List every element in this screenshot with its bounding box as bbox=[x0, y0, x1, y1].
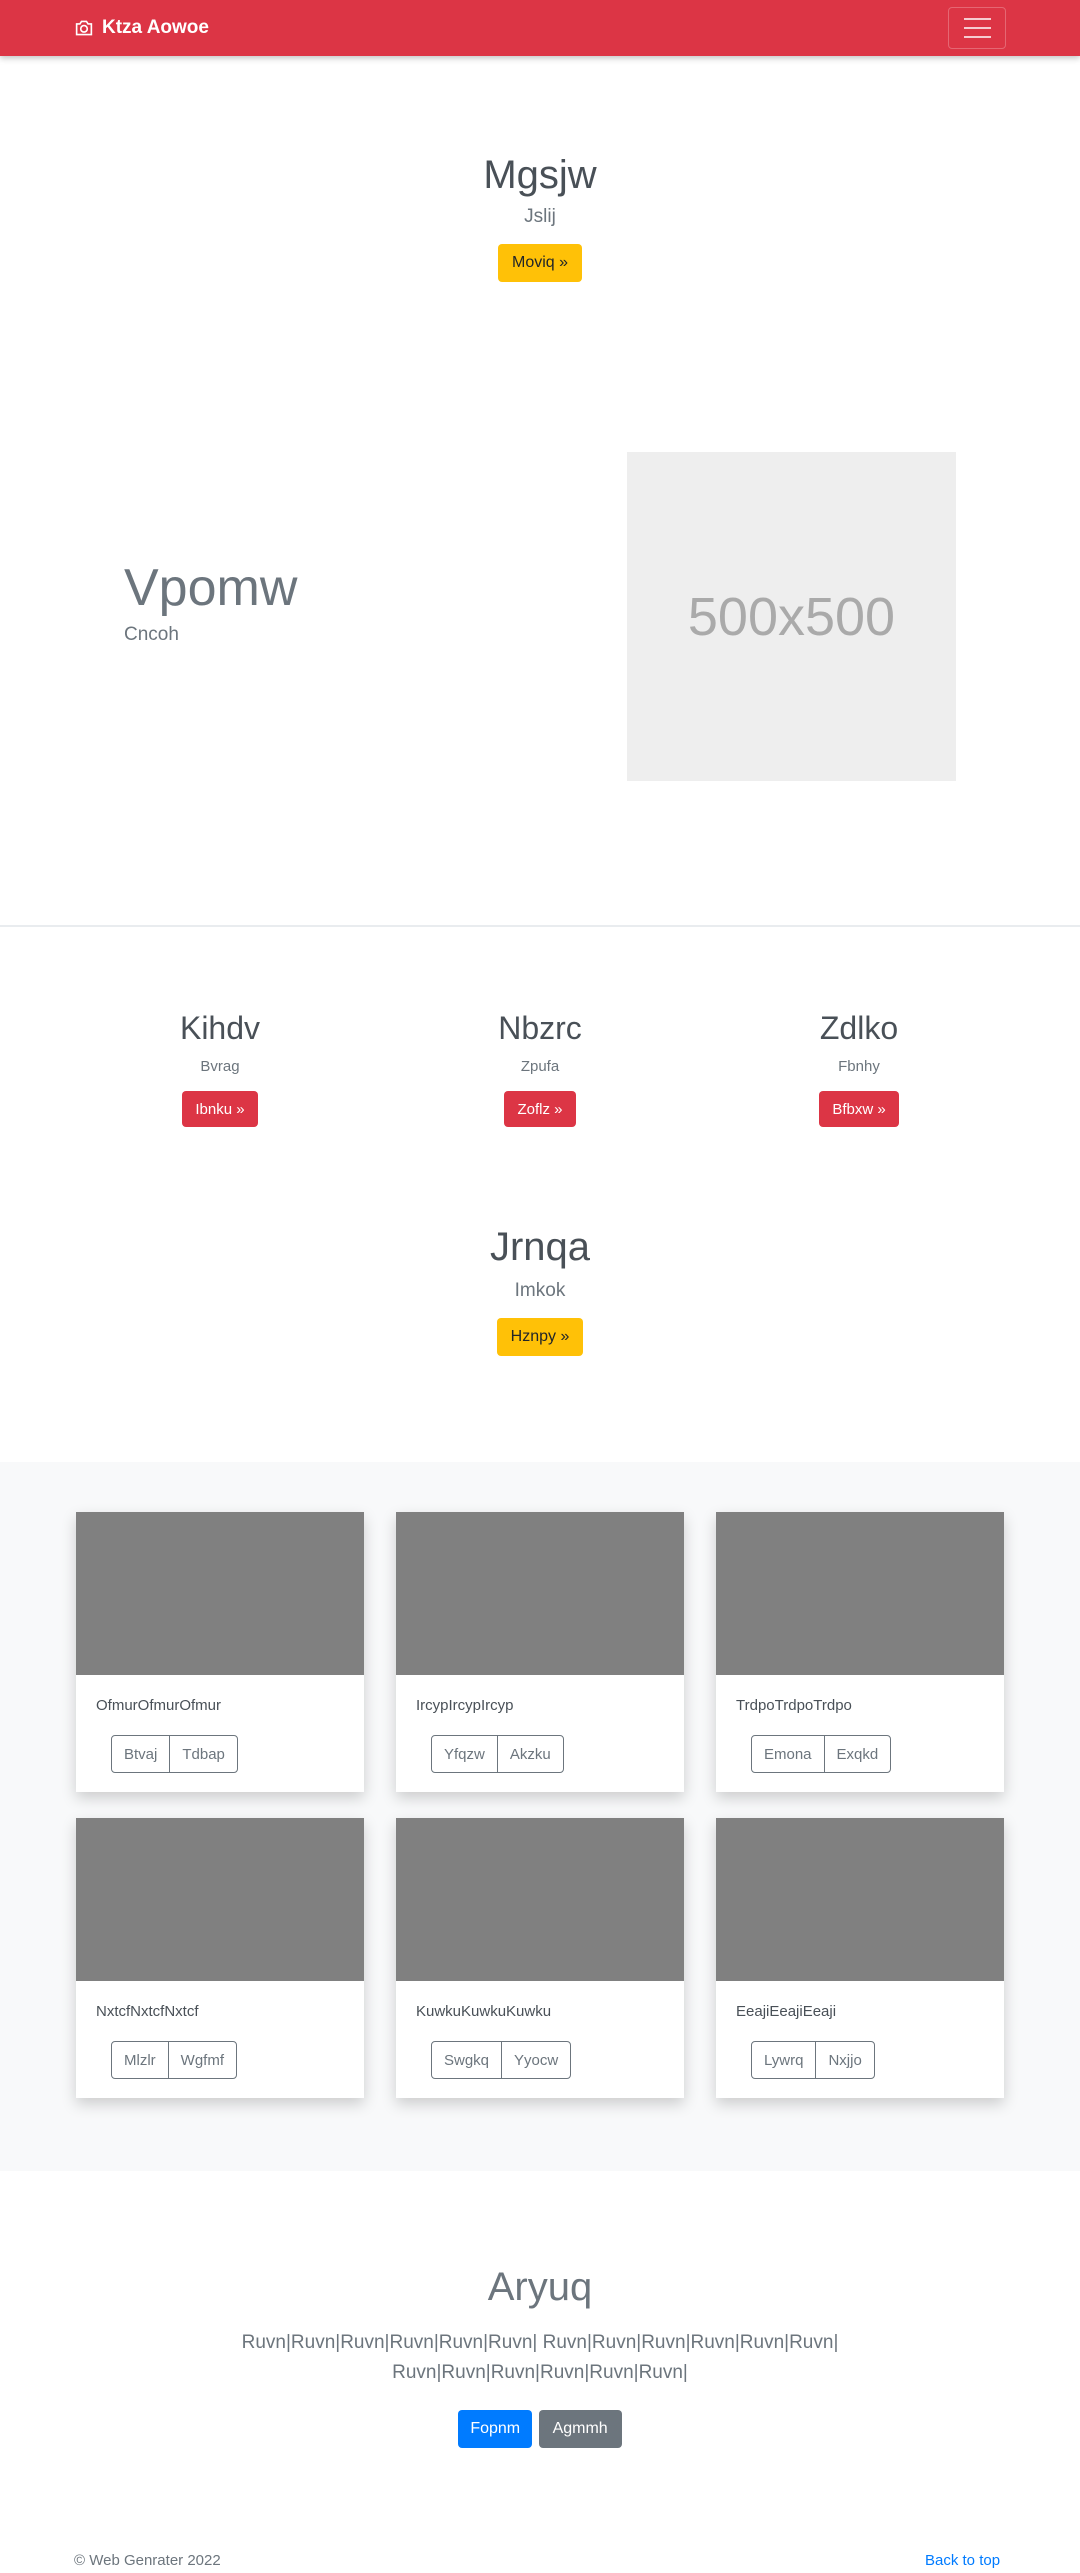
camera-icon bbox=[75, 20, 93, 36]
secondary-hero-subtitle: Imkok bbox=[514, 1280, 566, 1301]
card-button-group: Lywrq Nxjjo bbox=[751, 2041, 875, 2079]
cta-secondary-button[interactable]: Agmmh bbox=[538, 2410, 622, 2448]
card-button[interactable]: Mlzlr bbox=[111, 2041, 169, 2079]
hero-button[interactable]: Moviq » bbox=[497, 244, 583, 282]
column-title: Nbzrc bbox=[498, 1010, 582, 1046]
hero-subtitle: Jslij bbox=[524, 206, 556, 227]
brand-link[interactable]: Ktza Aowoe bbox=[74, 0, 209, 56]
secondary-hero: Jrnqa Imkok Hznpy » bbox=[0, 1225, 1080, 1356]
card-button-group: Btvaj Tdbap bbox=[111, 1735, 238, 1773]
card-button[interactable]: Tdbap bbox=[169, 1735, 238, 1773]
hero-section: Mgsjw Jslij Moviq » bbox=[0, 153, 1080, 282]
card-image bbox=[396, 1512, 684, 1675]
column-text: Fbnhy bbox=[838, 1058, 880, 1075]
column-button[interactable]: Ibnku » bbox=[182, 1091, 258, 1127]
card-text: IrcypIrcypIrcyp bbox=[416, 1697, 514, 1714]
cta-primary-button[interactable]: Fopnm bbox=[458, 2410, 533, 2448]
column-button[interactable]: Zoflz » bbox=[504, 1091, 576, 1127]
column-title: Kihdv bbox=[179, 1010, 261, 1046]
copyright-text: © Web Genrater 2022 bbox=[74, 2552, 221, 2569]
card-button[interactable]: Emona bbox=[751, 1735, 825, 1773]
card-image bbox=[76, 1818, 364, 1981]
card-image bbox=[76, 1512, 364, 1675]
card-button-group: Swgkq Yyocw bbox=[431, 2041, 572, 2079]
column-3: Zdlko Fbnhy Bfbxw » bbox=[709, 1004, 1009, 1127]
card-text: EeajiEeajiEeaji bbox=[736, 2003, 837, 2020]
column-2: Nbzrc Zpufa Zoflz » bbox=[390, 1004, 690, 1127]
placeholder-image: 500x500 bbox=[627, 452, 956, 781]
placeholder-image-label: 500x500 bbox=[687, 586, 896, 647]
card-image bbox=[396, 1818, 684, 1981]
column-title: Zdlko bbox=[819, 1010, 899, 1046]
card-button[interactable]: Nxjjo bbox=[815, 2041, 875, 2079]
card-button[interactable]: Wgfmf bbox=[167, 2041, 237, 2079]
card: EeajiEeajiEeaji Lywrq Nxjjo bbox=[716, 1818, 1004, 2098]
card-button[interactable]: Swgkq bbox=[431, 2041, 503, 2079]
card-button-group: Mlzlr Wgfmf bbox=[111, 2041, 237, 2079]
card-button[interactable]: Yfqzw bbox=[431, 1735, 498, 1773]
card-text: OfmurOfmurOfmur bbox=[96, 1697, 222, 1714]
navbar: Ktza Aowoe bbox=[0, 0, 1080, 56]
card-button[interactable]: Exqkd bbox=[823, 1735, 892, 1773]
secondary-hero-button[interactable]: Hznpy » bbox=[496, 1318, 584, 1356]
card-button[interactable]: Yyocw bbox=[501, 2041, 572, 2079]
card-image bbox=[716, 1512, 1004, 1675]
hamburger-icon bbox=[963, 18, 991, 20]
secondary-hero-title: Jrnqa bbox=[489, 1225, 591, 1269]
card-button[interactable]: Akzku bbox=[496, 1735, 564, 1773]
back-to-top-link[interactable]: Back to top bbox=[925, 2552, 1000, 2569]
card-text: KuwkuKuwkuKuwku bbox=[416, 2003, 552, 2020]
brand-label: Ktza Aowoe bbox=[102, 17, 209, 38]
card-button-group: Emona Exqkd bbox=[751, 1735, 892, 1773]
feature-subtitle: Cncoh bbox=[124, 624, 179, 645]
card-text: NxtcfNxtcfNxtcf bbox=[96, 2003, 199, 2020]
card-image bbox=[716, 1818, 1004, 1981]
cta-text-line: Ruvn|Ruvn|Ruvn|Ruvn|Ruvn|Ruvn| bbox=[392, 2362, 688, 2383]
cta-text: Ruvn|Ruvn|Ruvn|Ruvn|Ruvn|Ruvn| Ruvn|Ruvn… bbox=[0, 2328, 1080, 2388]
cta-text-line: Ruvn|Ruvn|Ruvn|Ruvn|Ruvn|Ruvn| Ruvn|Ruvn… bbox=[241, 2332, 839, 2353]
card: IrcypIrcypIrcyp Yfqzw Akzku bbox=[396, 1512, 684, 1792]
card: TrdpoTrdpoTrdpo Emona Exqkd bbox=[716, 1512, 1004, 1792]
card: OfmurOfmurOfmur Btvaj Tdbap bbox=[76, 1512, 364, 1792]
column-button[interactable]: Bfbxw » bbox=[819, 1091, 899, 1127]
card: KuwkuKuwkuKuwku Swgkq Yyocw bbox=[396, 1818, 684, 2098]
cta-section: Aryuq Ruvn|Ruvn|Ruvn|Ruvn|Ruvn|Ruvn| Ruv… bbox=[0, 2265, 1080, 2448]
column-text: Zpufa bbox=[520, 1058, 560, 1075]
card-button[interactable]: Btvaj bbox=[111, 1735, 171, 1773]
hero-title: Mgsjw bbox=[483, 153, 597, 197]
section-divider bbox=[0, 925, 1080, 927]
feature-title: Vpomw bbox=[124, 559, 298, 617]
album-section: OfmurOfmurOfmur Btvaj Tdbap IrcypIrcypIr… bbox=[0, 1462, 1080, 2171]
cta-title: Aryuq bbox=[487, 2265, 593, 2309]
column-text: Bvrag bbox=[200, 1058, 240, 1075]
card-text: TrdpoTrdpoTrdpo bbox=[736, 1697, 852, 1714]
card: NxtcfNxtcfNxtcf Mlzlr Wgfmf bbox=[76, 1818, 364, 2098]
menu-toggle-button[interactable] bbox=[948, 7, 1006, 49]
card-button-group: Yfqzw Akzku bbox=[431, 1735, 564, 1773]
column-1: Kihdv Bvrag Ibnku » bbox=[70, 1004, 370, 1127]
card-button[interactable]: Lywrq bbox=[751, 2041, 817, 2079]
